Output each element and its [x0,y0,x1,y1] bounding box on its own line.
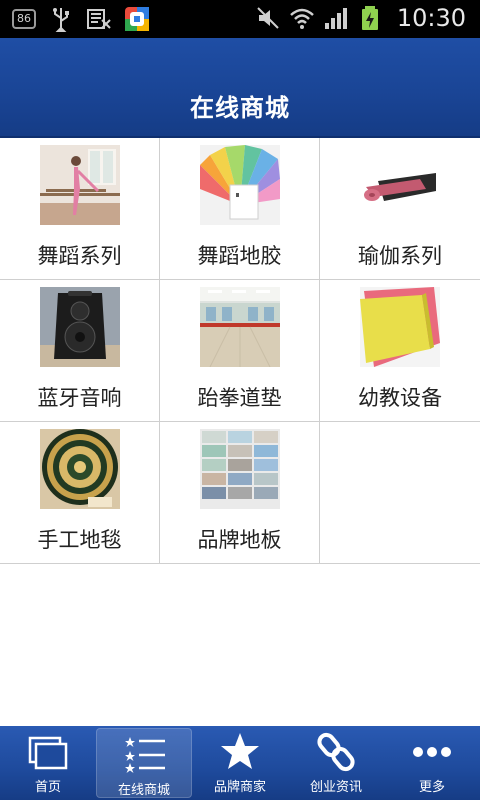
category-preschool-equipment[interactable]: 幼教设备 [320,280,480,421]
grid-row: 蓝牙音响 跆拳道垫 幼教设备 [0,280,480,422]
grid-row: 舞蹈系列 舞蹈地胶 瑜伽系列 [0,138,480,280]
category-label: 舞蹈地胶 [197,244,282,268]
usb-icon [53,8,69,32]
category-bluetooth-speaker[interactable]: 蓝牙音响 [0,280,160,421]
status-bar: 86 10:30 [0,0,480,38]
bottom-navigation: 首页 在线商城 品牌商家 创业资讯 更多 [0,726,480,800]
taekwondo-mat-room-photo [200,287,280,367]
category-label: 舞蹈系列 [37,244,122,268]
yoga-mat-photo [360,145,440,225]
mute-icon [257,7,279,29]
more-icon [413,747,451,757]
bluetooth-speaker-photo [40,287,120,367]
empty-cell [320,422,480,563]
category-label: 幼教设备 [358,386,442,410]
nav-label: 首页 [34,780,61,795]
category-dance-series[interactable]: 舞蹈系列 [0,138,160,279]
category-label: 品牌地板 [197,528,282,552]
list-icon [125,737,165,773]
category-label: 手工地毯 [37,528,122,552]
nav-brand-merchants[interactable]: 品牌商家 [192,726,288,800]
status-left: 86 [12,6,150,32]
category-dance-floor[interactable]: 舞蹈地胶 [160,138,320,279]
page-title: 在线商城 [190,94,290,122]
app-header: 在线商城 [0,38,480,138]
notification-badge: 86 [12,9,36,29]
category-label: 跆拳道垫 [197,386,282,410]
category-yoga-series[interactable]: 瑜伽系列 [320,138,480,279]
nav-label: 在线商城 [117,783,170,798]
wifi-icon [289,8,314,29]
star-icon [221,733,259,769]
category-brand-flooring[interactable]: 品牌地板 [160,422,320,563]
keyboard-icon [87,9,111,29]
home-icon [28,736,68,770]
nav-label: 品牌商家 [213,780,266,795]
category-handmade-carpet[interactable]: 手工地毯 [0,422,160,563]
nav-label: 创业资讯 [309,780,362,795]
category-label: 瑜伽系列 [358,244,442,268]
nav-home[interactable]: 首页 [0,726,96,800]
status-right: 10:30 [255,4,466,32]
preschool-mats-photo [360,287,440,367]
nav-label: 更多 [418,780,445,795]
nav-more[interactable]: 更多 [384,726,480,800]
brand-flooring-photo [200,429,280,509]
nav-online-mall[interactable]: 在线商城 [96,728,192,798]
dance-barre-photo [40,145,120,225]
battery-charging-icon [361,6,378,30]
grid-row: 手工地毯 品牌地板 [0,422,480,564]
signal-icon [324,8,347,29]
dance-floor-swatches-photo [200,145,280,225]
category-label: 蓝牙音响 [37,386,122,410]
category-grid: 舞蹈系列 舞蹈地胶 瑜伽系列 蓝牙音响 跆拳道垫 幼教设备 手工地毯 品牌地板 [0,138,480,564]
clock: 10:30 [396,4,466,32]
link-icon [317,732,355,772]
category-taekwondo-mat[interactable]: 跆拳道垫 [160,280,320,421]
handmade-carpet-photo [40,429,120,509]
nav-business-news[interactable]: 创业资讯 [288,726,384,800]
app-store-icon [125,7,149,31]
